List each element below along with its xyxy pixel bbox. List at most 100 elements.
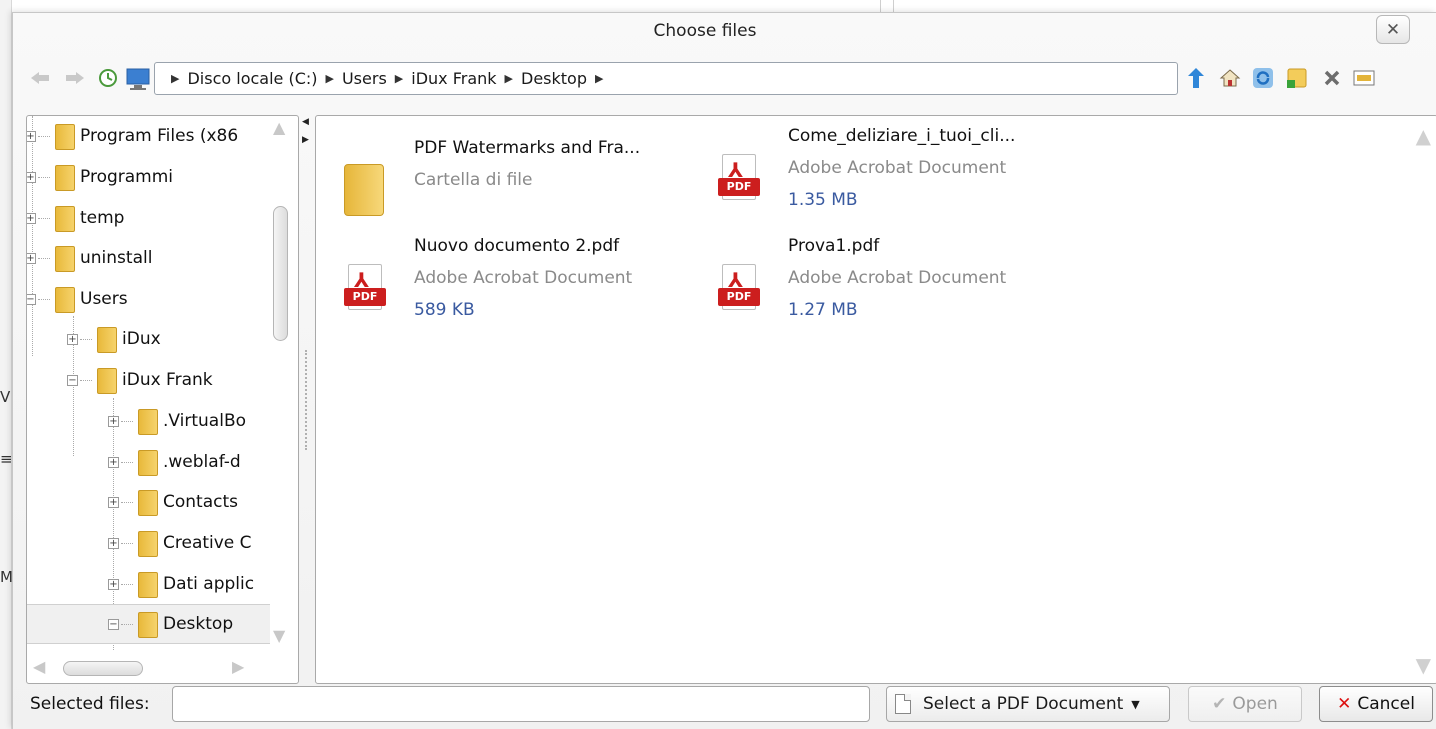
tree-item-label: Programmi bbox=[80, 167, 174, 187]
scroll-down-icon[interactable]: ▼ bbox=[1416, 653, 1431, 677]
tree-item[interactable]: + Program Files (x86 bbox=[27, 116, 265, 156]
folder-icon bbox=[54, 287, 75, 313]
selected-files-input[interactable] bbox=[172, 686, 870, 722]
folder-icon bbox=[54, 124, 75, 150]
collapse-icon[interactable]: − bbox=[27, 293, 36, 305]
tree-item-label: .VirtualBo bbox=[163, 411, 247, 431]
tree-item[interactable]: + iDux bbox=[67, 319, 298, 359]
folder-tree[interactable]: + Program Files (x86 + Programmi + temp … bbox=[26, 115, 299, 684]
file-name: Nuovo documento 2.pdf bbox=[414, 236, 620, 256]
expand-icon[interactable]: + bbox=[27, 252, 36, 264]
folder-icon bbox=[54, 165, 75, 191]
parent-folder-icon[interactable] bbox=[1183, 66, 1209, 90]
tree-item[interactable]: + .weblaf-d bbox=[108, 442, 268, 482]
expand-icon[interactable]: + bbox=[67, 333, 78, 345]
expand-icon[interactable]: + bbox=[27, 212, 36, 224]
tree-item-label: Desktop bbox=[163, 614, 234, 634]
expand-icon[interactable]: + bbox=[27, 171, 36, 183]
tree-item-label: Contacts bbox=[163, 492, 238, 512]
pdf-icon: ⅄ PDF bbox=[340, 256, 388, 320]
file-type: Cartella di file bbox=[414, 170, 533, 190]
cancel-button[interactable]: ✕ Cancel bbox=[1319, 686, 1433, 722]
collapse-right-icon[interactable]: ▶ bbox=[302, 135, 309, 145]
expand-icon[interactable]: + bbox=[108, 415, 119, 427]
open-button[interactable]: ✔ Open bbox=[1188, 686, 1302, 722]
folder-icon bbox=[137, 450, 158, 476]
home-icon[interactable] bbox=[1217, 66, 1243, 90]
breadcrumb-item[interactable]: iDux Frank bbox=[411, 69, 496, 88]
back-arrow-icon[interactable] bbox=[27, 66, 53, 90]
file-item-pdf[interactable]: ⅄ PDF Prova1.pdf Adobe Acrobat Document … bbox=[714, 236, 1074, 336]
tree-item-selected[interactable]: − Desktop bbox=[27, 604, 270, 644]
document-icon bbox=[895, 694, 911, 714]
choose-files-dialog: Choose files ✕ ▶ Disco locale (C:) ▶ Use… bbox=[12, 12, 1436, 729]
scroll-up-icon[interactable]: ▲ bbox=[273, 118, 285, 137]
tree-item[interactable]: + Programmi bbox=[27, 157, 265, 197]
tree-item[interactable]: − iDux Frank bbox=[67, 360, 298, 400]
close-button[interactable]: ✕ bbox=[1376, 15, 1410, 44]
tree-item-label: Dati applic bbox=[163, 574, 255, 594]
tree-item[interactable]: + Creative C bbox=[108, 523, 268, 563]
breadcrumb-item[interactable]: Disco locale (C:) bbox=[187, 69, 317, 88]
path-breadcrumb[interactable]: ▶ Disco locale (C:) ▶ Users ▶ iDux Frank… bbox=[154, 62, 1178, 95]
folder-icon bbox=[137, 612, 158, 638]
pdf-icon: ⅄ PDF bbox=[714, 256, 762, 320]
background-text: M bbox=[0, 568, 13, 586]
collapse-icon[interactable]: − bbox=[108, 618, 119, 630]
view-mode-icon[interactable] bbox=[1351, 66, 1377, 90]
refresh-icon[interactable] bbox=[1250, 66, 1276, 90]
tree-item[interactable]: + Contacts bbox=[108, 482, 268, 522]
new-folder-icon[interactable] bbox=[1284, 66, 1310, 90]
collapse-icon[interactable]: − bbox=[67, 374, 78, 386]
delete-icon[interactable] bbox=[1319, 66, 1345, 90]
background-text: V bbox=[0, 388, 11, 406]
filter-label: Select a PDF Document bbox=[923, 694, 1124, 714]
scroll-left-icon[interactable]: ◀ bbox=[33, 657, 45, 676]
tree-item-label: Program Files (x86 bbox=[80, 126, 239, 146]
scrollbar-thumb[interactable] bbox=[273, 206, 288, 341]
file-name: PDF Watermarks and Fra... bbox=[414, 138, 641, 158]
file-item-folder[interactable]: PDF Watermarks and Fra... Cartella di fi… bbox=[340, 138, 700, 238]
tree-vertical-scrollbar[interactable]: ▲ ▼ bbox=[270, 116, 292, 651]
file-size: 589 KB bbox=[414, 300, 475, 320]
folder-icon bbox=[340, 158, 388, 222]
crumb-separator-icon[interactable]: ▶ bbox=[595, 72, 603, 85]
expand-icon[interactable]: + bbox=[27, 130, 36, 142]
file-type-filter-dropdown[interactable]: Select a PDF Document ▼ bbox=[886, 686, 1170, 722]
folder-icon bbox=[54, 246, 75, 272]
file-name: Prova1.pdf bbox=[788, 236, 880, 256]
crumb-separator-icon: ▶ bbox=[325, 72, 334, 85]
tree-item-label: iDux Frank bbox=[122, 370, 213, 390]
file-size: 1.35 MB bbox=[788, 190, 858, 210]
expand-icon[interactable]: + bbox=[108, 456, 119, 468]
expand-icon[interactable]: + bbox=[108, 537, 119, 549]
file-list[interactable]: PDF Watermarks and Fra... Cartella di fi… bbox=[315, 115, 1436, 684]
collapse-left-icon[interactable]: ◀ bbox=[302, 117, 309, 127]
scrollbar-thumb[interactable] bbox=[63, 661, 143, 676]
open-button-label: Open bbox=[1232, 694, 1278, 714]
scroll-right-icon[interactable]: ▶ bbox=[232, 657, 244, 676]
tree-item-label: iDux bbox=[122, 329, 161, 349]
expand-icon[interactable]: + bbox=[108, 578, 119, 590]
panel-splitter[interactable]: ◀ ▶ bbox=[300, 115, 314, 684]
tree-item[interactable]: + uninstall bbox=[27, 238, 265, 278]
expand-icon[interactable]: + bbox=[108, 496, 119, 508]
history-icon[interactable] bbox=[95, 66, 121, 90]
file-item-pdf[interactable]: ⅄ PDF Nuovo documento 2.pdf Adobe Acroba… bbox=[340, 236, 700, 336]
tree-horizontal-scrollbar[interactable]: ◀ ▶ bbox=[27, 651, 270, 683]
tree-item[interactable]: + .VirtualBo bbox=[108, 401, 268, 441]
breadcrumb-item[interactable]: Desktop bbox=[521, 69, 587, 88]
forward-arrow-icon[interactable] bbox=[62, 66, 88, 90]
pdf-icon: ⅄ PDF bbox=[714, 146, 762, 210]
crumb-separator-icon: ▶ bbox=[171, 72, 180, 85]
tree-item[interactable]: + Dati applic bbox=[108, 564, 268, 604]
close-icon: ✕ bbox=[1385, 19, 1401, 40]
scroll-up-icon[interactable]: ▲ bbox=[1416, 124, 1431, 148]
breadcrumb-item[interactable]: Users bbox=[342, 69, 387, 88]
tree-item[interactable]: + temp bbox=[27, 198, 265, 238]
scroll-down-icon[interactable]: ▼ bbox=[273, 626, 285, 645]
tree-item[interactable]: − Users bbox=[27, 279, 265, 319]
file-item-pdf[interactable]: ⅄ PDF Come_deliziare_i_tuoi_cli... Adobe… bbox=[714, 126, 1074, 226]
computer-icon[interactable] bbox=[125, 67, 151, 91]
splitter-grip[interactable] bbox=[305, 350, 307, 450]
